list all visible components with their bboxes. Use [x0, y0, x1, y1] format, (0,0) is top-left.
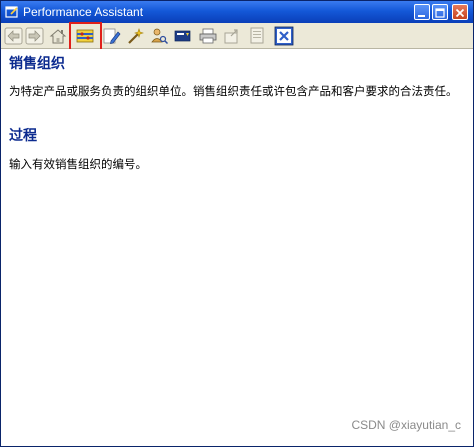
help-content: 销售组织 为特定产品或服务负责的组织单位。销售组织责任或许包含产品和客户要求的合…: [1, 49, 473, 446]
export-button[interactable]: [222, 26, 242, 46]
back-arrow-icon: [4, 27, 23, 45]
highlight-box: [69, 22, 102, 51]
person-search-button[interactable]: [149, 26, 169, 46]
document-button[interactable]: [247, 26, 267, 46]
section-heading-sales-org: 销售组织: [9, 56, 65, 72]
performance-assistant-window: Performance Assistant 销售组织 为特定产品或服务负责的组织…: [0, 0, 474, 447]
section-text-sales-org: 为特定产品或服务负责的组织单位。销售组织责任或许包含产品和客户要求的合法责任。: [9, 84, 458, 98]
comment-button[interactable]: [173, 26, 193, 46]
print-button[interactable]: [198, 26, 218, 46]
edit-pencil-icon: [103, 28, 121, 44]
home-button[interactable]: [48, 26, 68, 46]
maximize-button[interactable]: [432, 4, 448, 20]
minimize-button[interactable]: [414, 4, 430, 20]
export-icon: [224, 29, 238, 44]
print-icon: [199, 28, 217, 44]
magic-wand-button[interactable]: [125, 26, 145, 46]
app-window-icon: [5, 6, 18, 18]
back-button[interactable]: [4, 26, 24, 46]
minimize-icon: [418, 15, 425, 17]
edit-button[interactable]: [102, 26, 122, 46]
magic-wand-icon: [128, 28, 144, 44]
close-panel-button[interactable]: [274, 26, 294, 46]
close-icon: [274, 26, 294, 46]
window-title: Performance Assistant: [23, 5, 144, 19]
watermark: CSDN @xiayutian_c: [351, 418, 461, 432]
person-search-icon: [151, 28, 169, 45]
close-x-icon: [455, 8, 465, 18]
comment-icon: [174, 30, 191, 42]
forward-arrow-icon: [25, 27, 44, 45]
maximize-icon: [435, 8, 445, 18]
title-bar[interactable]: Performance Assistant: [1, 1, 473, 23]
home-icon: [49, 29, 67, 44]
section-text-procedure: 输入有效销售组织的编号。: [9, 157, 147, 171]
close-window-button[interactable]: [452, 4, 468, 20]
document-icon: [250, 27, 264, 44]
section-heading-procedure: 过程: [9, 128, 37, 144]
forward-button[interactable]: [25, 26, 45, 46]
